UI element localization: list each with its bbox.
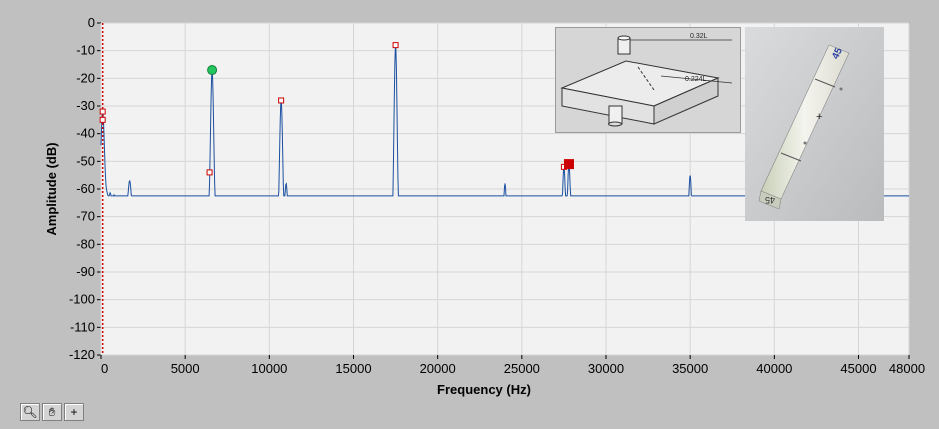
beam-diagram-inset: 0.32L 0.224L xyxy=(555,27,741,133)
y-tick-label: -50 xyxy=(76,153,95,168)
y-tick-label: -60 xyxy=(76,181,95,196)
y-tick-label: 0 xyxy=(88,15,95,30)
y-tick-label: -90 xyxy=(76,264,95,279)
beam-photo-inset: + 45 45 xyxy=(745,27,884,221)
peak-marker[interactable] xyxy=(392,42,399,49)
hand-icon[interactable]: ✋︎ xyxy=(42,403,62,421)
beam-photo: + 45 45 xyxy=(745,27,884,221)
graph-panel: 0 -10 -20 -30 -40 -50 -60 -70 -80 -90 -100 -110 -120… xyxy=(0,0,939,429)
peak-marker[interactable] xyxy=(206,169,213,176)
x-tick-label: 48000 xyxy=(889,361,925,376)
peak-marker-large[interactable] xyxy=(563,159,574,170)
y-tick-label: -110 xyxy=(70,319,95,334)
peak-marker-green[interactable] xyxy=(207,65,218,76)
x-axis-title: Frequency (Hz) xyxy=(437,382,531,397)
peak-marker[interactable] xyxy=(278,97,285,104)
y-axis-title: Amplitude (dB) xyxy=(44,142,59,235)
x-tick-label: 20000 xyxy=(420,361,456,376)
photo-mark-bottom: 45 xyxy=(765,195,775,205)
diagram-label-top: 0.32L xyxy=(690,33,708,40)
peak-marker[interactable] xyxy=(99,116,106,123)
y-tick-label: -120 xyxy=(69,347,95,362)
y-tick-label: -30 xyxy=(76,98,95,113)
x-tick-label: 45000 xyxy=(840,361,876,376)
y-tick-label: -80 xyxy=(76,236,95,251)
crosshair-icon[interactable]: + xyxy=(64,403,84,421)
y-tick-label: -40 xyxy=(76,126,95,141)
x-tick-label: 40000 xyxy=(756,361,792,376)
svg-text:+: + xyxy=(816,111,822,123)
graph-palette: 🔍︎ ✋︎ + xyxy=(20,403,84,421)
x-tick-label: 30000 xyxy=(588,361,624,376)
y-tick-label: -20 xyxy=(76,70,95,85)
beam-diagram: 0.32L 0.224L xyxy=(560,33,733,127)
diagram-label-bottom: 0.224L xyxy=(685,76,707,83)
x-tick-label: 35000 xyxy=(672,361,708,376)
peak-marker[interactable] xyxy=(99,108,106,115)
y-tick-label: -10 xyxy=(76,43,95,58)
y-tick-label: -100 xyxy=(69,292,95,307)
x-tick-label: 25000 xyxy=(504,361,540,376)
zoom-icon[interactable]: 🔍︎ xyxy=(20,403,40,421)
x-tick-label: 10000 xyxy=(251,361,287,376)
x-tick-label: 0 xyxy=(101,361,108,376)
x-tick-label: 5000 xyxy=(171,361,200,376)
x-tick-label: 15000 xyxy=(335,361,371,376)
y-tick-label: -70 xyxy=(76,209,95,224)
